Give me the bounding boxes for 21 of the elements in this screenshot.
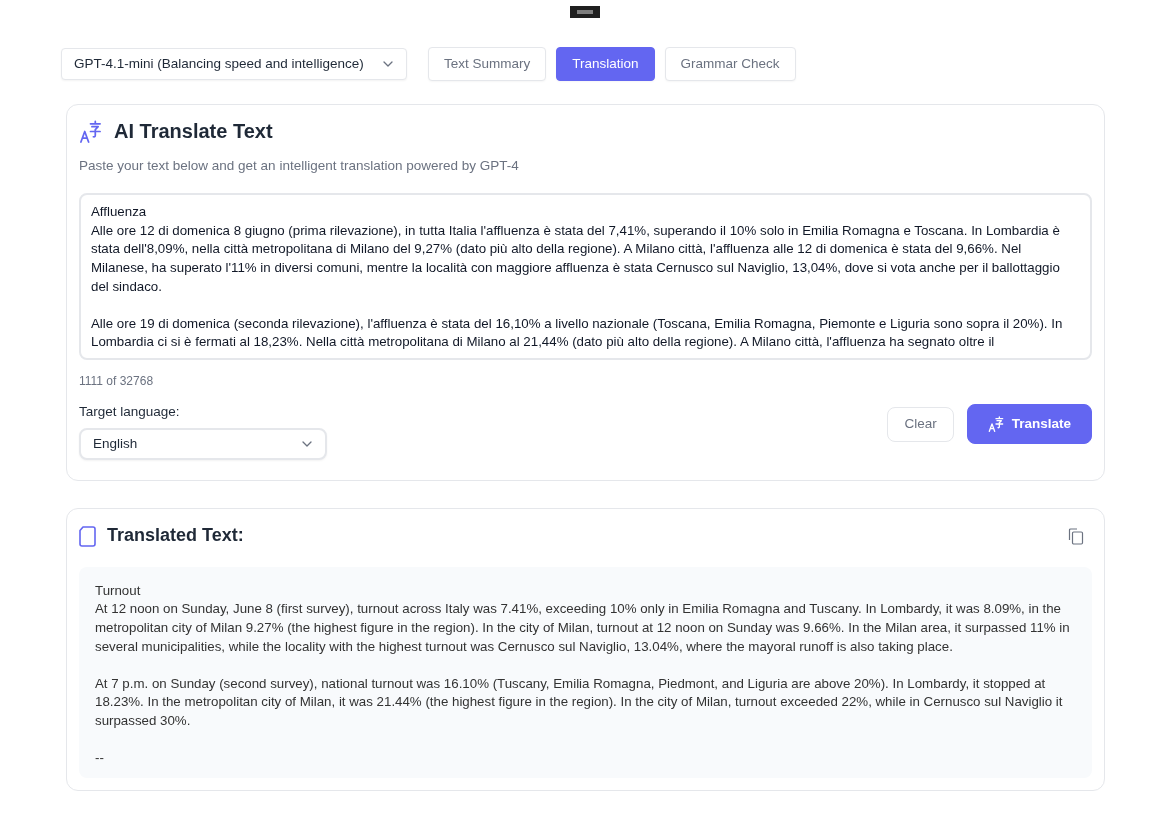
card-title: Translated Text:	[107, 525, 244, 547]
document-icon	[79, 525, 96, 547]
mode-tab[interactable]: Grammar Check	[664, 47, 796, 81]
translate-icon	[79, 119, 102, 143]
chevron-down-icon	[382, 60, 394, 68]
model-select[interactable]: GPT-4.1-mini (Balancing speed and intelligence)	[61, 48, 407, 80]
language-select[interactable]: English	[79, 428, 327, 461]
copy-icon[interactable]	[1068, 527, 1084, 545]
card-subtitle: Paste your text below and get an intelligent translation powered by GPT-4	[79, 157, 520, 175]
field-label: Target language:	[79, 403, 181, 421]
translate-button[interactable]: Translate	[966, 404, 1092, 445]
handle-icon[interactable]	[570, 6, 600, 18]
character-counter: 1111 of 32768	[79, 373, 155, 390]
card-title: AI Translate Text	[114, 119, 273, 143]
mode-tab[interactable]: Text Summary	[428, 47, 547, 81]
translate-icon	[987, 416, 1004, 433]
translated-text: Turnout At 12 noon on Sunday, June 8 (first survey), turnout across Italy was 7.41%, exceeding 10% only in Emilia Romagna and Tuscany. In Lombardy, it was 8.09%, in the metropolitan city of Milan 9.27% (the highest figure in the region). In the city of Milan, turnout at 12 noon on Sunday was 9.66%. In the Milan area, it surpassed 11% in several municipalities, while the locality with the highest turnout was Cernusco sul Naviglio, 13.04%, where the mayoral runoff is also taking place. At 7 p.m. on Sunday (second survey), national turnout was 16.10% (Tuscany, Emilia Romagna, Piedmont, and Liguria are above 20%). In Lombardy, it stopped at 18.23%. In the metropolitan city of Milan, it was 21.44% (the highest figure in the region). In the city of Milan, turnout exceeded 22%, while in Cernusco sul Naviglio it surpassed 30%. --	[79, 566, 1092, 778]
clear-button[interactable]: Clear	[887, 406, 954, 442]
mode-tab[interactable]: Translation	[556, 47, 655, 81]
chevron-down-icon	[301, 440, 313, 449]
text-input-area[interactable]: Affluenza Alle ore 12 di domenica 8 giugno (prima rilevazione), in tutta Italia l'affluenza è stata del 7,41%, superando il 10% solo in Emilia Romagna e Toscana. In Lombardia è stata dell'8,09%, nella città metropolitana di Milano del 9,27% (dato più alto della regione). A Milano città, l'affluenza alle 12 di domenica è stata del 9,66%. Nel Milanese, ha superato l'11% in diversi comuni, mentre la località con maggiore affluenza è stata Cernusco sul Naviglio, 13,04%, dove si vota anche per il ballottaggio del sindaco. Alle ore 19 di domenica (seconda rilevazione), l'affluenza è stata del 16,10% a livello nazionale (Toscana, Emilia Romagna, Piemonte e Liguria sono sopra il 20%). In Lombardia ci si è fermati al 18,23%. Nella città metropolitana di Milano al 21,44% (dato più alto della regione). A Milano città, l'affluenza ha segnato oltre il	[79, 193, 1092, 360]
